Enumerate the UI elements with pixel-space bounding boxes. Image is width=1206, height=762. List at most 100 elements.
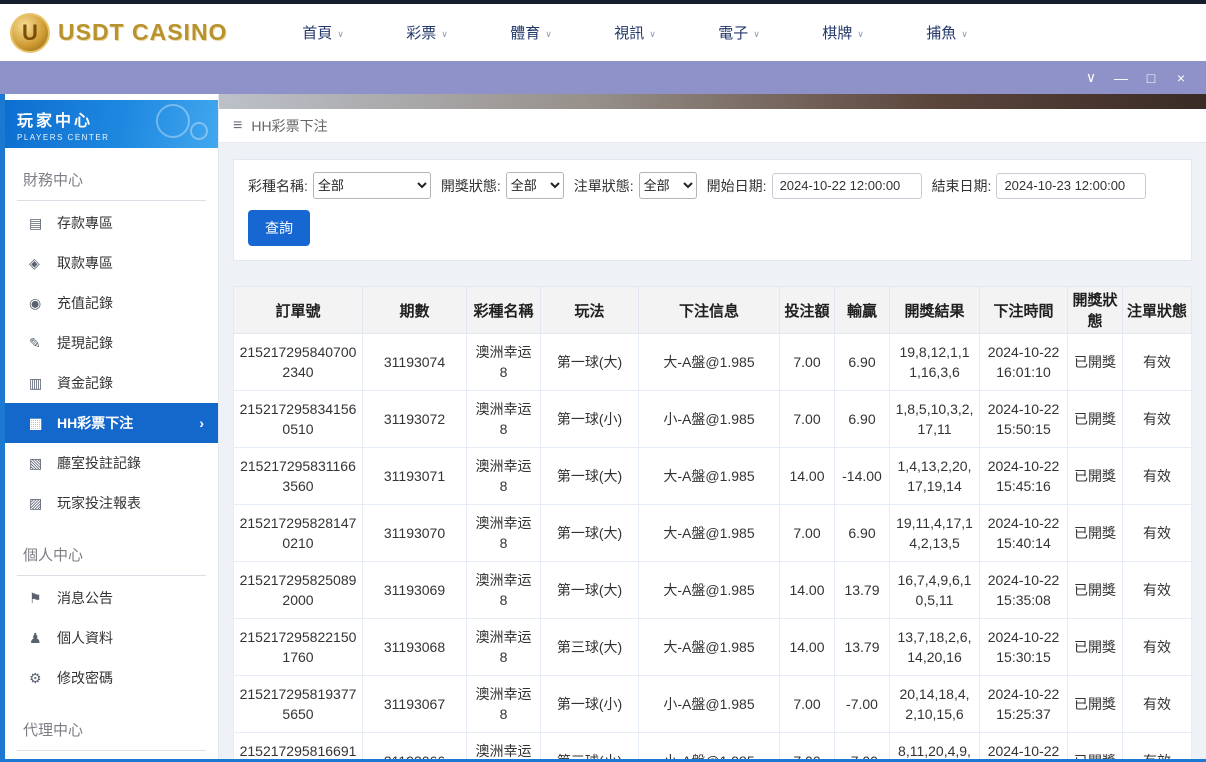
table-row: 215217295822150176031193068澳洲幸运8第三球(大)大-… <box>234 619 1192 676</box>
nav-item-chess[interactable]: 棋牌∨ <box>791 22 895 43</box>
table-cell: 7.00 <box>780 505 835 562</box>
nav-item-sports[interactable]: 體育∨ <box>479 22 583 43</box>
order-status-select[interactable]: 全部 <box>639 172 697 199</box>
sidebar-item-recharge-record[interactable]: ◉ 充值記錄 <box>5 283 218 323</box>
table-cell: 已開獎 <box>1068 676 1123 733</box>
table-cell: 大-A盤@1.985 <box>639 562 780 619</box>
sidebar-item-change-password[interactable]: ⚙ 修改密碼 <box>5 658 218 698</box>
announcement-icon: ⚑ <box>29 590 57 607</box>
end-date-input[interactable] <box>996 173 1146 199</box>
column-header: 玩法 <box>541 287 639 334</box>
table-cell: 31193072 <box>363 391 467 448</box>
table-cell: 小-A盤@1.985 <box>639 391 780 448</box>
filter-row: 彩種名稱: 全部 開獎狀態: 全部 注單狀態: 全部 開始日期: 結束日期: <box>248 172 1177 199</box>
sidebar-item-profile[interactable]: ♟ 個人資料 <box>5 618 218 658</box>
table-cell: 澳洲幸运8 <box>467 619 541 676</box>
sidebar-item-player-bet-report[interactable]: ▨ 玩家投注報表 <box>5 483 218 523</box>
table-cell: 13.79 <box>835 619 890 676</box>
table-cell: 第一球(小) <box>541 676 639 733</box>
sidebar-item-agent-rules[interactable]: ▩ 代理規則說明 <box>5 753 218 759</box>
window-maximize-button[interactable]: □ <box>1136 70 1166 86</box>
table-cell: 小-A盤@1.985 <box>639 733 780 760</box>
nav-label: 彩票 <box>406 25 436 42</box>
table-cell: 2152172958407002340 <box>234 334 363 391</box>
table-cell: 6.90 <box>835 505 890 562</box>
table-cell: 2152172958250892000 <box>234 562 363 619</box>
sidebar-item-hh-lottery-bets[interactable]: ▦ HH彩票下注 › <box>5 403 218 443</box>
table-body: 215217295840700234031193074澳洲幸运8第一球(大)大-… <box>234 334 1192 760</box>
table-cell: 2024-10-22 15:30:15 <box>980 619 1068 676</box>
end-date-label: 結束日期: <box>932 176 992 196</box>
lottery-bet-icon: ▦ <box>29 415 57 432</box>
table-row: 215217295819377565031193067澳洲幸运8第一球(小)小-… <box>234 676 1192 733</box>
table-cell: 2152172958311663560 <box>234 448 363 505</box>
table-cell: 大-A盤@1.985 <box>639 505 780 562</box>
bets-table: 訂單號期數彩種名稱玩法下注信息投注額輸贏開獎結果下注時間開獎狀態注單狀態 215… <box>233 286 1192 759</box>
table-cell: 13.79 <box>835 562 890 619</box>
table-cell: 2024-10-22 15:45:16 <box>980 448 1068 505</box>
start-date-label: 開始日期: <box>707 176 767 196</box>
table-cell: 2152172958281470210 <box>234 505 363 562</box>
sidebar-item-withdrawal-record[interactable]: ✎ 提現記錄 <box>5 323 218 363</box>
table-row: 215217295816691125031193066澳洲幸运8第三球(小)小-… <box>234 733 1192 760</box>
table-cell: 31193068 <box>363 619 467 676</box>
brand[interactable]: U USDT CASINO <box>10 13 245 53</box>
sidebar-item-withdraw[interactable]: ◈ 取款專區 <box>5 243 218 283</box>
table-row: 215217295828147021031193070澳洲幸运8第一球(大)大-… <box>234 505 1192 562</box>
chevron-down-icon: ∨ <box>857 29 864 39</box>
table-cell: -14.00 <box>835 448 890 505</box>
table-cell: 第一球(大) <box>541 562 639 619</box>
table-cell: -7.00 <box>835 676 890 733</box>
table-cell: -7.00 <box>835 733 890 760</box>
nav-item-live[interactable]: 視訊∨ <box>583 22 687 43</box>
search-button[interactable]: 查詢 <box>248 210 310 246</box>
nav-item-fishing[interactable]: 捕魚∨ <box>895 22 999 43</box>
table-cell: 大-A盤@1.985 <box>639 334 780 391</box>
sidebar-item-deposit[interactable]: ▤ 存款專區 <box>5 203 218 243</box>
table-cell: 2024-10-22 15:35:08 <box>980 562 1068 619</box>
table-cell: 有效 <box>1123 562 1192 619</box>
sidebar-item-funds-record[interactable]: ▥ 資金記錄 <box>5 363 218 403</box>
column-header: 開獎狀態 <box>1068 287 1123 334</box>
withdraw-icon: ◈ <box>29 255 57 272</box>
sidebar-item-label: 消息公告 <box>57 588 113 608</box>
order-status-label: 注單狀態: <box>574 176 634 196</box>
table-cell: 有效 <box>1123 391 1192 448</box>
table-cell: 14.00 <box>780 619 835 676</box>
player-center-header: 玩家中心 PLAYERS CENTER <box>5 100 218 148</box>
sidebar-item-label: 玩家投注報表 <box>57 493 141 513</box>
table-cell: 7.00 <box>780 334 835 391</box>
draw-status-select[interactable]: 全部 <box>506 172 564 199</box>
nav-item-slots[interactable]: 電子∨ <box>687 22 791 43</box>
main-nav: 首頁∨ 彩票∨ 體育∨ 視訊∨ 電子∨ 棋牌∨ 捕魚∨ <box>271 22 999 43</box>
table-cell: 31193074 <box>363 334 467 391</box>
breadcrumb: ≡ HH彩票下注 <box>219 109 1206 143</box>
window-close-button[interactable]: × <box>1166 70 1196 86</box>
table-cell: 2152172958221501760 <box>234 619 363 676</box>
sidebar-item-label: 個人資料 <box>57 628 113 648</box>
start-date-input[interactable] <box>772 173 922 199</box>
table-header-row: 訂單號期數彩種名稱玩法下注信息投注額輸贏開獎結果下注時間開獎狀態注單狀態 <box>234 287 1192 334</box>
table-cell: 已開獎 <box>1068 334 1123 391</box>
hamburger-menu-icon[interactable]: ≡ <box>233 117 242 135</box>
nav-item-lottery[interactable]: 彩票∨ <box>375 22 479 43</box>
deposit-icon: ▤ <box>29 215 57 232</box>
chevron-down-icon: ∨ <box>545 29 552 39</box>
table-cell: 7.00 <box>780 676 835 733</box>
lottery-name-select[interactable]: 全部 <box>313 172 431 199</box>
table-cell: 13,7,18,2,6,14,20,16 <box>890 619 980 676</box>
section-title-finance: 財務中心 <box>17 160 206 201</box>
sidebar-item-announcements[interactable]: ⚑ 消息公告 <box>5 578 218 618</box>
table-cell: 7.00 <box>780 391 835 448</box>
window-collapse-button[interactable]: ∨ <box>1076 69 1106 86</box>
table-cell: 有效 <box>1123 505 1192 562</box>
window-minimize-button[interactable]: — <box>1106 70 1136 86</box>
table-cell: 2024-10-22 15:25:37 <box>980 676 1068 733</box>
column-header: 期數 <box>363 287 467 334</box>
sidebar-item-room-bet-record[interactable]: ▧ 廳室投註記錄 <box>5 443 218 483</box>
nav-item-home[interactable]: 首頁∨ <box>271 22 375 43</box>
sidebar-item-label: HH彩票下注 <box>57 413 133 433</box>
table-cell: 第一球(小) <box>541 391 639 448</box>
nav-label: 捕魚 <box>926 25 956 42</box>
main-area: ≡ HH彩票下注 彩種名稱: 全部 開獎狀態: 全部 注單狀態: 全部 <box>219 94 1206 759</box>
